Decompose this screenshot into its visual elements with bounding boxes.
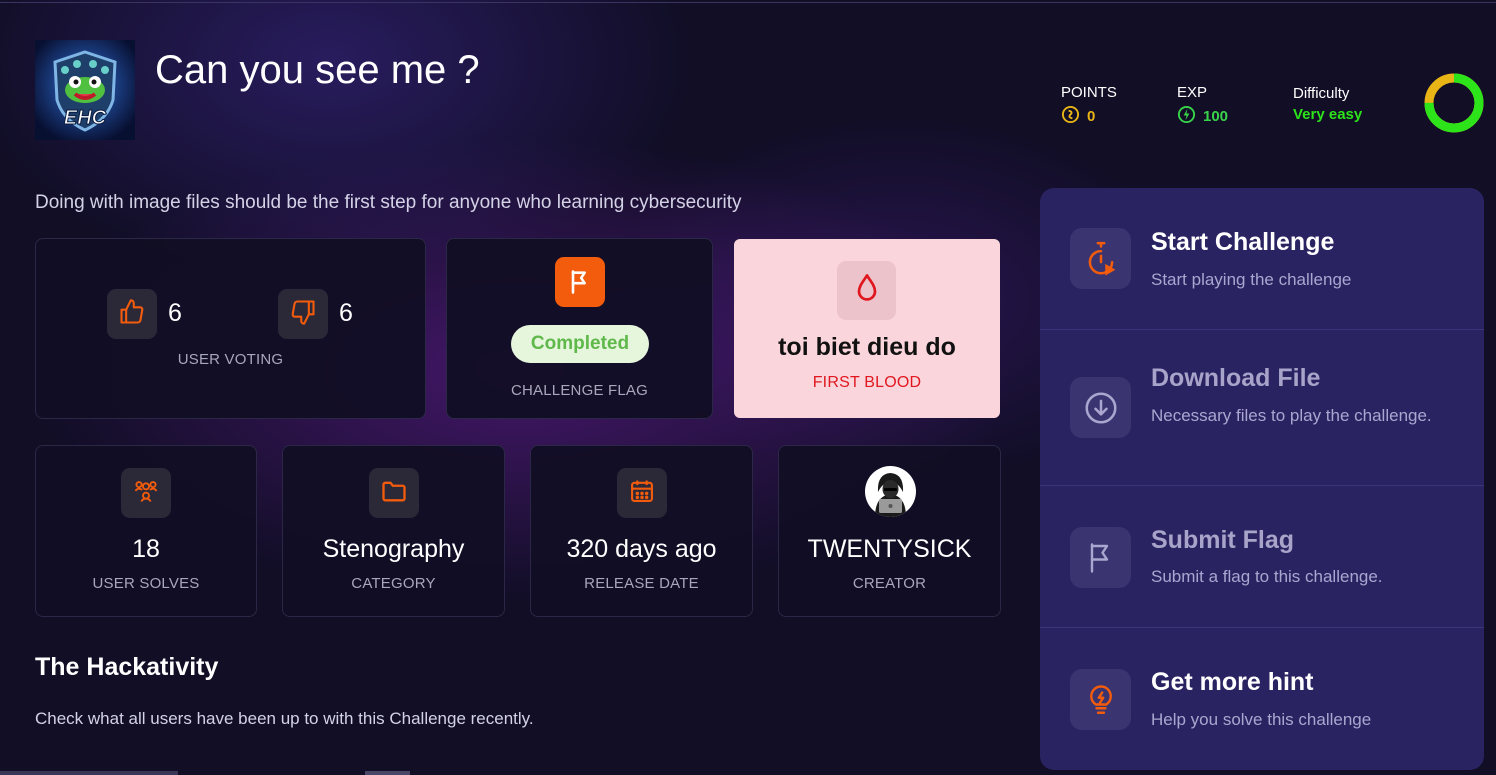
user-solves-value: 18	[132, 535, 160, 563]
top-divider	[0, 2, 1496, 3]
flag-status-badge: Completed	[511, 325, 649, 363]
coin-icon	[1061, 105, 1080, 128]
first-blood-card: toi biet dieu do FIRST BLOOD	[734, 239, 1000, 418]
timer-play-icon	[1070, 228, 1131, 289]
creator-avatar[interactable]	[865, 466, 916, 517]
exp-value: 100	[1203, 108, 1229, 125]
release-date-value: 320 days ago	[566, 535, 717, 563]
creator-name[interactable]: TWENTYSICK	[779, 535, 1000, 564]
exp-label: EXP	[1177, 84, 1208, 101]
start-challenge-title: Start Challenge	[1151, 228, 1335, 256]
bolt-coin-icon	[1177, 105, 1196, 128]
user-solves-card: 18 USER SOLVES	[35, 445, 257, 617]
download-file-title: Download File	[1151, 364, 1321, 392]
thumbs-up-icon	[118, 298, 146, 331]
creator-card: TWENTYSICK CREATOR	[778, 445, 1001, 617]
category-label: CATEGORY	[351, 575, 436, 592]
user-voting-card: 6 6 USER VOTING	[35, 238, 426, 419]
like-button[interactable]	[107, 289, 157, 339]
download-file-subtitle: Necessary files to play the challenge.	[1151, 406, 1432, 425]
points-label: POINTS	[1061, 84, 1117, 101]
users-icon	[132, 477, 160, 510]
submit-flag-title: Submit Flag	[1151, 526, 1295, 554]
start-challenge-button[interactable]: Start Challenge Start playing the challe…	[1040, 188, 1484, 330]
dislike-button[interactable]	[278, 289, 328, 339]
start-challenge-subtitle: Start playing the challenge	[1151, 270, 1352, 289]
users-icon-box	[121, 468, 171, 518]
hackativity-description: Check what all users have been up to wit…	[35, 709, 534, 728]
user-voting-label: USER VOTING	[177, 351, 284, 368]
submit-flag-subtitle: Submit a flag to this challenge.	[1151, 567, 1383, 586]
get-hint-subtitle: Help you solve this challenge	[1151, 710, 1372, 729]
page-title: Can you see me ?	[155, 48, 480, 92]
points-value: 0	[1087, 108, 1096, 125]
calendar-icon	[628, 477, 656, 510]
category-value: Stenography	[322, 535, 465, 563]
difficulty-label: Difficulty	[1293, 85, 1350, 102]
challenge-page: EHC Can you see me ? POINTS 0 EXP 100 Di…	[0, 0, 1496, 775]
first-blood-user: toi biet dieu do	[778, 333, 956, 361]
exp-value-group: 100	[1177, 105, 1228, 128]
points-value-group: 0	[1061, 105, 1095, 128]
release-date-card: 320 days ago RELEASE DATE	[530, 445, 753, 617]
dislike-count: 6	[339, 299, 353, 327]
submit-flag-button[interactable]: Submit Flag Submit a flag to this challe…	[1040, 486, 1484, 628]
blood-drop-icon	[853, 272, 881, 309]
challenge-flag-card: Completed CHALLENGE FLAG	[446, 238, 713, 419]
get-hint-button[interactable]: Get more hint Help you solve this challe…	[1040, 628, 1484, 770]
release-date-label: RELEASE DATE	[584, 575, 699, 592]
download-file-button[interactable]: Download File Necessary files to play th…	[1040, 330, 1484, 486]
hackativity-title: The Hackativity	[35, 653, 219, 681]
thumbs-down-icon	[289, 298, 317, 331]
category-card: Stenography CATEGORY	[282, 445, 505, 617]
action-panel: Start Challenge Start playing the challe…	[1040, 188, 1484, 770]
calendar-icon-box	[617, 468, 667, 518]
first-blood-label: FIRST BLOOD	[812, 374, 922, 391]
folder-icon-box	[369, 468, 419, 518]
download-icon	[1070, 377, 1131, 438]
difficulty-ring	[1424, 73, 1484, 133]
flag-outline-icon	[1070, 527, 1131, 588]
folder-icon	[380, 477, 408, 510]
like-count: 6	[168, 299, 182, 327]
scroll-indicator	[0, 771, 178, 775]
user-solves-label: USER SOLVES	[92, 575, 200, 592]
challenge-flag-label: CHALLENGE FLAG	[510, 382, 648, 399]
difficulty-value: Very easy	[1293, 106, 1363, 123]
challenge-logo: EHC	[35, 40, 135, 140]
flag-icon	[555, 257, 605, 307]
blood-drop-icon-box	[837, 261, 896, 320]
get-hint-title: Get more hint	[1151, 668, 1314, 696]
lightbulb-icon	[1070, 669, 1131, 730]
creator-label: CREATOR	[852, 575, 927, 592]
challenge-description: Doing with image files should be the fir…	[35, 192, 742, 213]
scroll-indicator-2	[365, 771, 410, 775]
logo-text: EHC	[64, 107, 107, 129]
